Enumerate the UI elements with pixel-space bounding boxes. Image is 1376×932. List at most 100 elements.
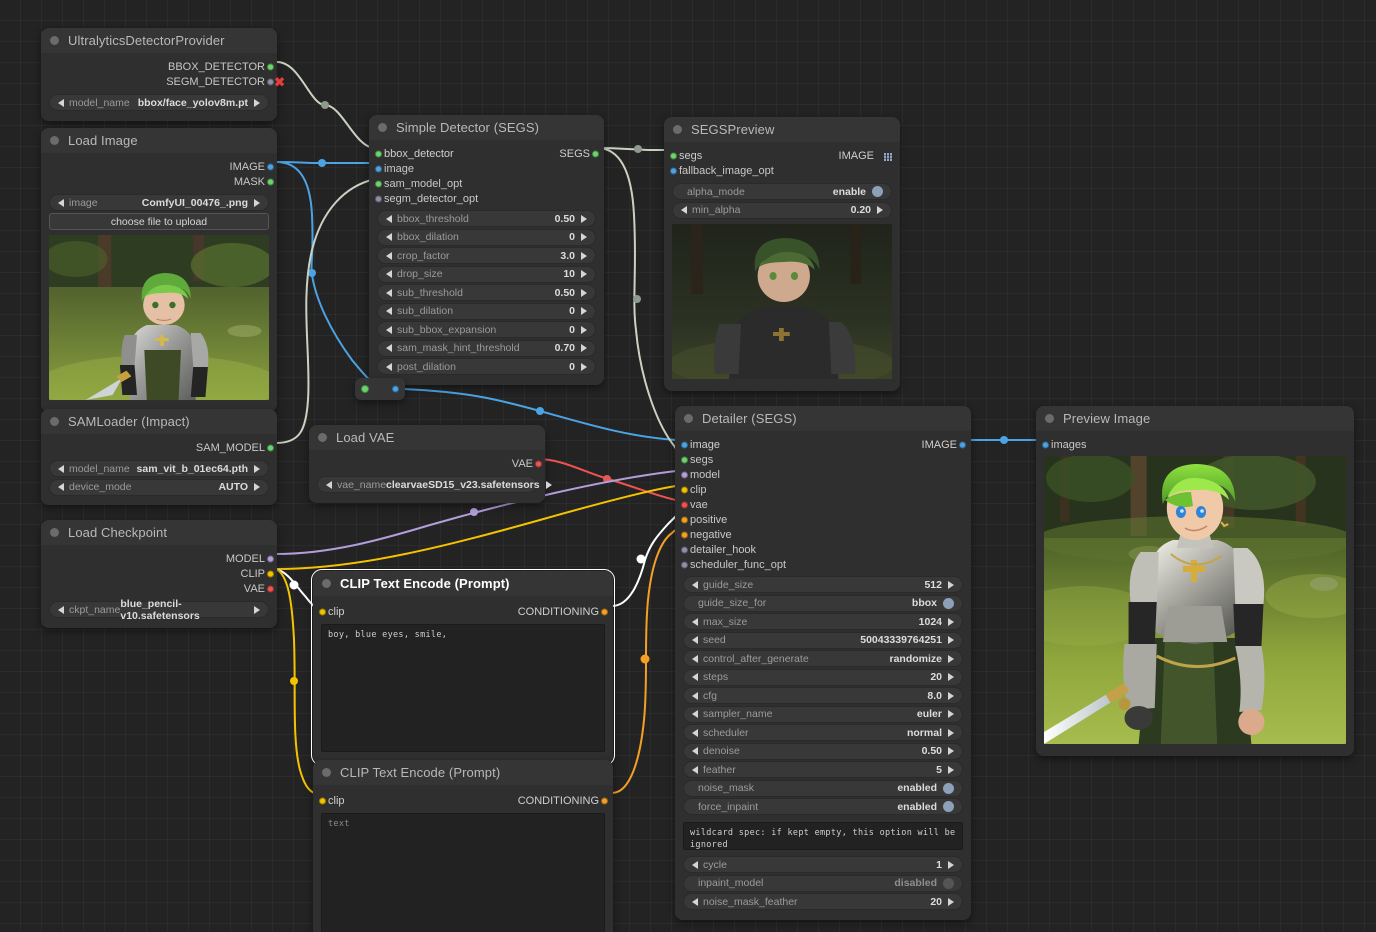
increment-arrow-icon[interactable] [877, 206, 883, 214]
increment-arrow-icon[interactable] [254, 464, 260, 473]
widget-sub-dilation[interactable]: sub_dilation 0 [377, 302, 596, 320]
decrement-arrow-icon[interactable] [692, 673, 698, 681]
node-load-image[interactable]: Load Image IMAGE MASK image ComfyUI_0047… [41, 128, 277, 412]
input-dot-icon[interactable] [319, 797, 326, 804]
collapse-dot-icon[interactable] [673, 125, 682, 134]
widget-sub-threshold[interactable]: sub_threshold 0.50 [377, 284, 596, 301]
widget-alpha-mode-toggle[interactable]: alpha_mode enable [672, 183, 892, 200]
decrement-arrow-icon[interactable] [386, 251, 392, 260]
output-slot-vae[interactable]: VAE [41, 581, 277, 596]
input-dot-icon[interactable] [681, 501, 688, 508]
toggle-knob-icon[interactable] [943, 597, 954, 609]
increment-arrow-icon[interactable] [948, 691, 954, 700]
collapse-dot-icon[interactable] [50, 417, 59, 426]
increment-arrow-icon[interactable] [948, 673, 954, 681]
increment-arrow-icon[interactable] [581, 214, 587, 223]
toggle-knob-icon[interactable] [943, 877, 954, 889]
widget-ckpt-name[interactable]: ckpt_name blue_pencil-v10.safetensors [49, 598, 269, 622]
decrement-arrow-icon[interactable] [692, 580, 698, 589]
toggle-knob-icon[interactable] [943, 782, 954, 794]
increment-arrow-icon[interactable] [581, 325, 587, 334]
input-slot-positive[interactable]: positive [675, 512, 971, 527]
input-slot-vae[interactable]: vae [675, 497, 971, 512]
decrement-arrow-icon[interactable] [692, 710, 698, 718]
output-slot-model[interactable]: MODEL [41, 551, 277, 566]
widget-crop-factor[interactable]: crop_factor 3.0 [377, 247, 596, 264]
input-slot-model[interactable]: model [675, 467, 971, 482]
decrement-arrow-icon[interactable] [386, 233, 392, 241]
segs-preview-thumbnail[interactable] [672, 223, 892, 379]
toggle-knob-icon[interactable] [943, 801, 954, 812]
input-dot-icon[interactable] [1042, 441, 1049, 448]
decrement-arrow-icon[interactable] [692, 636, 698, 644]
input-slot-fallback-image-opt[interactable]: fallback_image_opt [664, 163, 900, 178]
node-title-bar[interactable]: SEGSPreview [664, 117, 900, 142]
widget-guide-size-for-toggle[interactable]: guide_size_for bbox [683, 594, 963, 612]
output-dot-icon[interactable] [267, 444, 274, 451]
increment-arrow-icon[interactable] [948, 654, 954, 663]
collapse-dot-icon[interactable] [322, 579, 331, 588]
widget-scheduler[interactable]: scheduler normal [683, 724, 963, 741]
collapse-dot-icon[interactable] [50, 36, 59, 45]
increment-arrow-icon[interactable] [254, 198, 260, 207]
input-slot-images[interactable]: images [1036, 437, 1354, 452]
decrement-arrow-icon[interactable] [386, 270, 392, 278]
input-dot-icon[interactable] [375, 150, 382, 157]
input-dot-icon[interactable] [319, 608, 326, 615]
widget-cfg[interactable]: cfg 8.0 [683, 687, 963, 704]
widget-inpaint-model-toggle[interactable]: inpaint_model disabled [683, 874, 963, 892]
increment-arrow-icon[interactable] [948, 636, 954, 644]
widget-force-inpaint-toggle[interactable]: force_inpaint enabled [683, 798, 963, 815]
decrement-arrow-icon[interactable] [58, 98, 64, 107]
widget-vae-name[interactable]: vae_name clearvaeSD15_v23.safetensors [317, 476, 552, 493]
output-dot-icon[interactable] [601, 608, 608, 615]
widget-bbox-threshold[interactable]: bbox_threshold 0.50 [377, 210, 596, 227]
output-dot-icon[interactable] [267, 555, 274, 562]
widget-device-mode[interactable]: device_mode AUTO [49, 478, 269, 496]
increment-arrow-icon[interactable] [581, 307, 587, 315]
output-dot-icon[interactable] [601, 797, 608, 804]
increment-arrow-icon[interactable] [581, 270, 587, 278]
increment-arrow-icon[interactable] [254, 98, 260, 107]
output-dot-icon[interactable] [535, 460, 542, 467]
increment-arrow-icon[interactable] [581, 251, 587, 260]
graph-canvas[interactable]: UltralyticsDetectorProvider BBOX_DETECTO… [0, 0, 1376, 932]
input-dot-icon[interactable] [681, 456, 688, 463]
input-dot-icon[interactable] [681, 471, 688, 478]
node-load-vae[interactable]: Load VAE VAE vae_name clearvaeSD15_v23.s… [309, 425, 552, 503]
node-title-bar[interactable]: Preview Image [1036, 406, 1354, 431]
input-slot-sam-model-opt[interactable]: sam_model_opt [369, 176, 604, 191]
increment-arrow-icon[interactable] [948, 860, 954, 869]
input-dot-icon[interactable] [681, 531, 688, 538]
widget-steps[interactable]: steps 20 [683, 668, 963, 686]
decrement-arrow-icon[interactable] [58, 605, 64, 614]
decrement-arrow-icon[interactable] [386, 307, 392, 315]
output-dot-icon[interactable] [267, 585, 274, 592]
node-ultralytics-detector-provider[interactable]: UltralyticsDetectorProvider BBOX_DETECTO… [41, 28, 285, 121]
decrement-arrow-icon[interactable] [326, 480, 332, 489]
widget-control-after-generate[interactable]: control_after_generate randomize [683, 650, 963, 667]
input-dot-icon[interactable] [681, 561, 688, 568]
input-slot-segm-detector-opt[interactable]: segm_detector_opt [369, 191, 604, 206]
node-preview-image[interactable]: Preview Image images [1036, 406, 1354, 756]
increment-arrow-icon[interactable] [948, 897, 954, 906]
increment-arrow-icon[interactable] [948, 765, 954, 774]
input-slot-negative[interactable]: negative [675, 527, 971, 542]
node-load-checkpoint[interactable]: Load Checkpoint MODEL CLIP VAE ckpt_name… [41, 520, 277, 628]
node-clip-text-encode-negative[interactable]: CLIP Text Encode (Prompt) clip CONDITION… [313, 760, 613, 932]
reroute-input-dot-icon[interactable] [361, 385, 369, 393]
decrement-arrow-icon[interactable] [692, 728, 698, 737]
input-slot-detailer-hook[interactable]: detailer_hook [675, 542, 971, 557]
output-slot-mask[interactable]: MASK [41, 174, 277, 189]
node-segs-preview[interactable]: SEGSPreview segs IMAGE fallback_image_op… [664, 117, 900, 391]
node-title-bar[interactable]: Simple Detector (SEGS) [369, 115, 604, 140]
decrement-arrow-icon[interactable] [386, 214, 392, 223]
collapse-dot-icon[interactable] [378, 123, 387, 132]
node-title-bar[interactable]: SAMLoader (Impact) [41, 409, 277, 434]
input-slot-segs[interactable]: segs [675, 452, 971, 467]
widget-sub-bbox-expansion[interactable]: sub_bbox_expansion 0 [377, 321, 596, 338]
wildcard-spec-textarea[interactable]: wildcard spec: if kept empty, this optio… [683, 822, 963, 850]
increment-arrow-icon[interactable] [948, 747, 954, 755]
widget-post-dilation[interactable]: post_dilation 0 [377, 358, 596, 375]
output-dot-icon[interactable] [592, 150, 599, 157]
